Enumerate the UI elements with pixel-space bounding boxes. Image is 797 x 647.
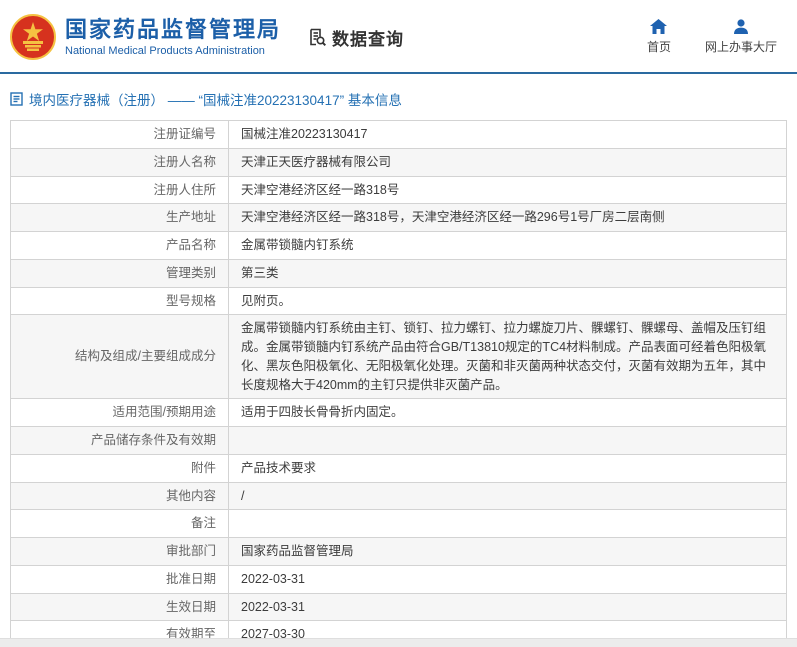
tab-data-query[interactable]: 数据查询 <box>307 25 404 50</box>
row-value: 适用于四肢长骨骨折内固定。 <box>229 399 787 427</box>
row-label: 其他内容 <box>11 482 229 510</box>
footer-strip <box>0 638 797 647</box>
row-value: 2022-03-31 <box>229 565 787 593</box>
breadcrumb: 境内医疗器械（注册） —— “国械注准20223130417” 基本信息 <box>0 74 797 120</box>
table-row: 其他内容 / <box>11 482 787 510</box>
home-icon <box>650 19 667 34</box>
row-label: 备注 <box>11 510 229 538</box>
row-value: 金属带锁髓内钉系统由主钉、锁钉、拉力螺钉、拉力螺旋刀片、髁螺钉、髁螺母、盖帽及压… <box>229 315 787 399</box>
table-row: 生效日期 2022-03-31 <box>11 593 787 621</box>
row-label: 结构及组成/主要组成成分 <box>11 315 229 399</box>
table-row: 产品储存条件及有效期 <box>11 427 787 455</box>
table-row: 生产地址 天津空港经济区经一路318号，天津空港经济区经一路296号1号厂房二层… <box>11 204 787 232</box>
breadcrumb-text: 境内医疗器械（注册） —— “国械注准20223130417” 基本信息 <box>29 89 402 109</box>
table-row: 型号规格 见附页。 <box>11 287 787 315</box>
row-label: 批准日期 <box>11 565 229 593</box>
row-label: 产品名称 <box>11 232 229 260</box>
row-label: 管理类别 <box>11 259 229 287</box>
row-label: 审批部门 <box>11 538 229 566</box>
table-row: 注册人住所 天津空港经济区经一路318号 <box>11 176 787 204</box>
row-value: / <box>229 482 787 510</box>
data-query-label: 数据查询 <box>332 25 404 50</box>
document-search-icon <box>307 27 327 47</box>
row-value <box>229 510 787 538</box>
row-value: 天津正天医疗器械有限公司 <box>229 148 787 176</box>
row-value: 金属带锁髓内钉系统 <box>229 232 787 260</box>
row-label: 型号规格 <box>11 287 229 315</box>
table-row: 注册人名称 天津正天医疗器械有限公司 <box>11 148 787 176</box>
top-nav: 首页 网上办事大厅 <box>647 19 783 55</box>
page-header: 国家药品监督管理局 National Medical Products Admi… <box>0 0 797 74</box>
nav-home[interactable]: 首页 <box>647 19 671 55</box>
nav-online-hall-label: 网上办事大厅 <box>705 38 777 55</box>
table-row: 注册证编号 国械注准20223130417 <box>11 121 787 149</box>
row-value: 第三类 <box>229 259 787 287</box>
nmpa-emblem-logo <box>10 14 56 60</box>
row-value: 天津空港经济区经一路318号 <box>229 176 787 204</box>
row-label: 附件 <box>11 454 229 482</box>
table-row: 适用范围/预期用途 适用于四肢长骨骨折内固定。 <box>11 399 787 427</box>
row-value: 2022-03-31 <box>229 593 787 621</box>
row-label: 生效日期 <box>11 593 229 621</box>
row-label: 注册证编号 <box>11 121 229 149</box>
table-row: 管理类别 第三类 <box>11 259 787 287</box>
person-icon <box>733 19 749 34</box>
row-value: 国家药品监督管理局 <box>229 538 787 566</box>
row-value: 国械注准20223130417 <box>229 121 787 149</box>
row-label: 生产地址 <box>11 204 229 232</box>
org-name-cn: 国家药品监督管理局 <box>65 17 281 42</box>
org-title-block: 国家药品监督管理局 National Medical Products Admi… <box>65 17 281 56</box>
registration-info-table: 注册证编号 国械注准20223130417 注册人名称 天津正天医疗器械有限公司… <box>10 120 787 647</box>
table-row: 批准日期 2022-03-31 <box>11 565 787 593</box>
org-name-en: National Medical Products Administration <box>65 45 281 57</box>
row-value: 产品技术要求 <box>229 454 787 482</box>
row-value: 见附页。 <box>229 287 787 315</box>
row-label: 产品储存条件及有效期 <box>11 427 229 455</box>
nav-home-label: 首页 <box>647 38 671 55</box>
row-label: 注册人住所 <box>11 176 229 204</box>
nav-online-hall[interactable]: 网上办事大厅 <box>705 19 777 55</box>
row-value: 天津空港经济区经一路318号，天津空港经济区经一路296号1号厂房二层南侧 <box>229 204 787 232</box>
document-icon <box>10 92 23 106</box>
table-row: 结构及组成/主要组成成分 金属带锁髓内钉系统由主钉、锁钉、拉力螺钉、拉力螺旋刀片… <box>11 315 787 399</box>
table-row: 附件 产品技术要求 <box>11 454 787 482</box>
row-label: 注册人名称 <box>11 148 229 176</box>
row-label: 适用范围/预期用途 <box>11 399 229 427</box>
row-value <box>229 427 787 455</box>
table-row: 备注 <box>11 510 787 538</box>
table-row: 产品名称 金属带锁髓内钉系统 <box>11 232 787 260</box>
table-row: 审批部门 国家药品监督管理局 <box>11 538 787 566</box>
